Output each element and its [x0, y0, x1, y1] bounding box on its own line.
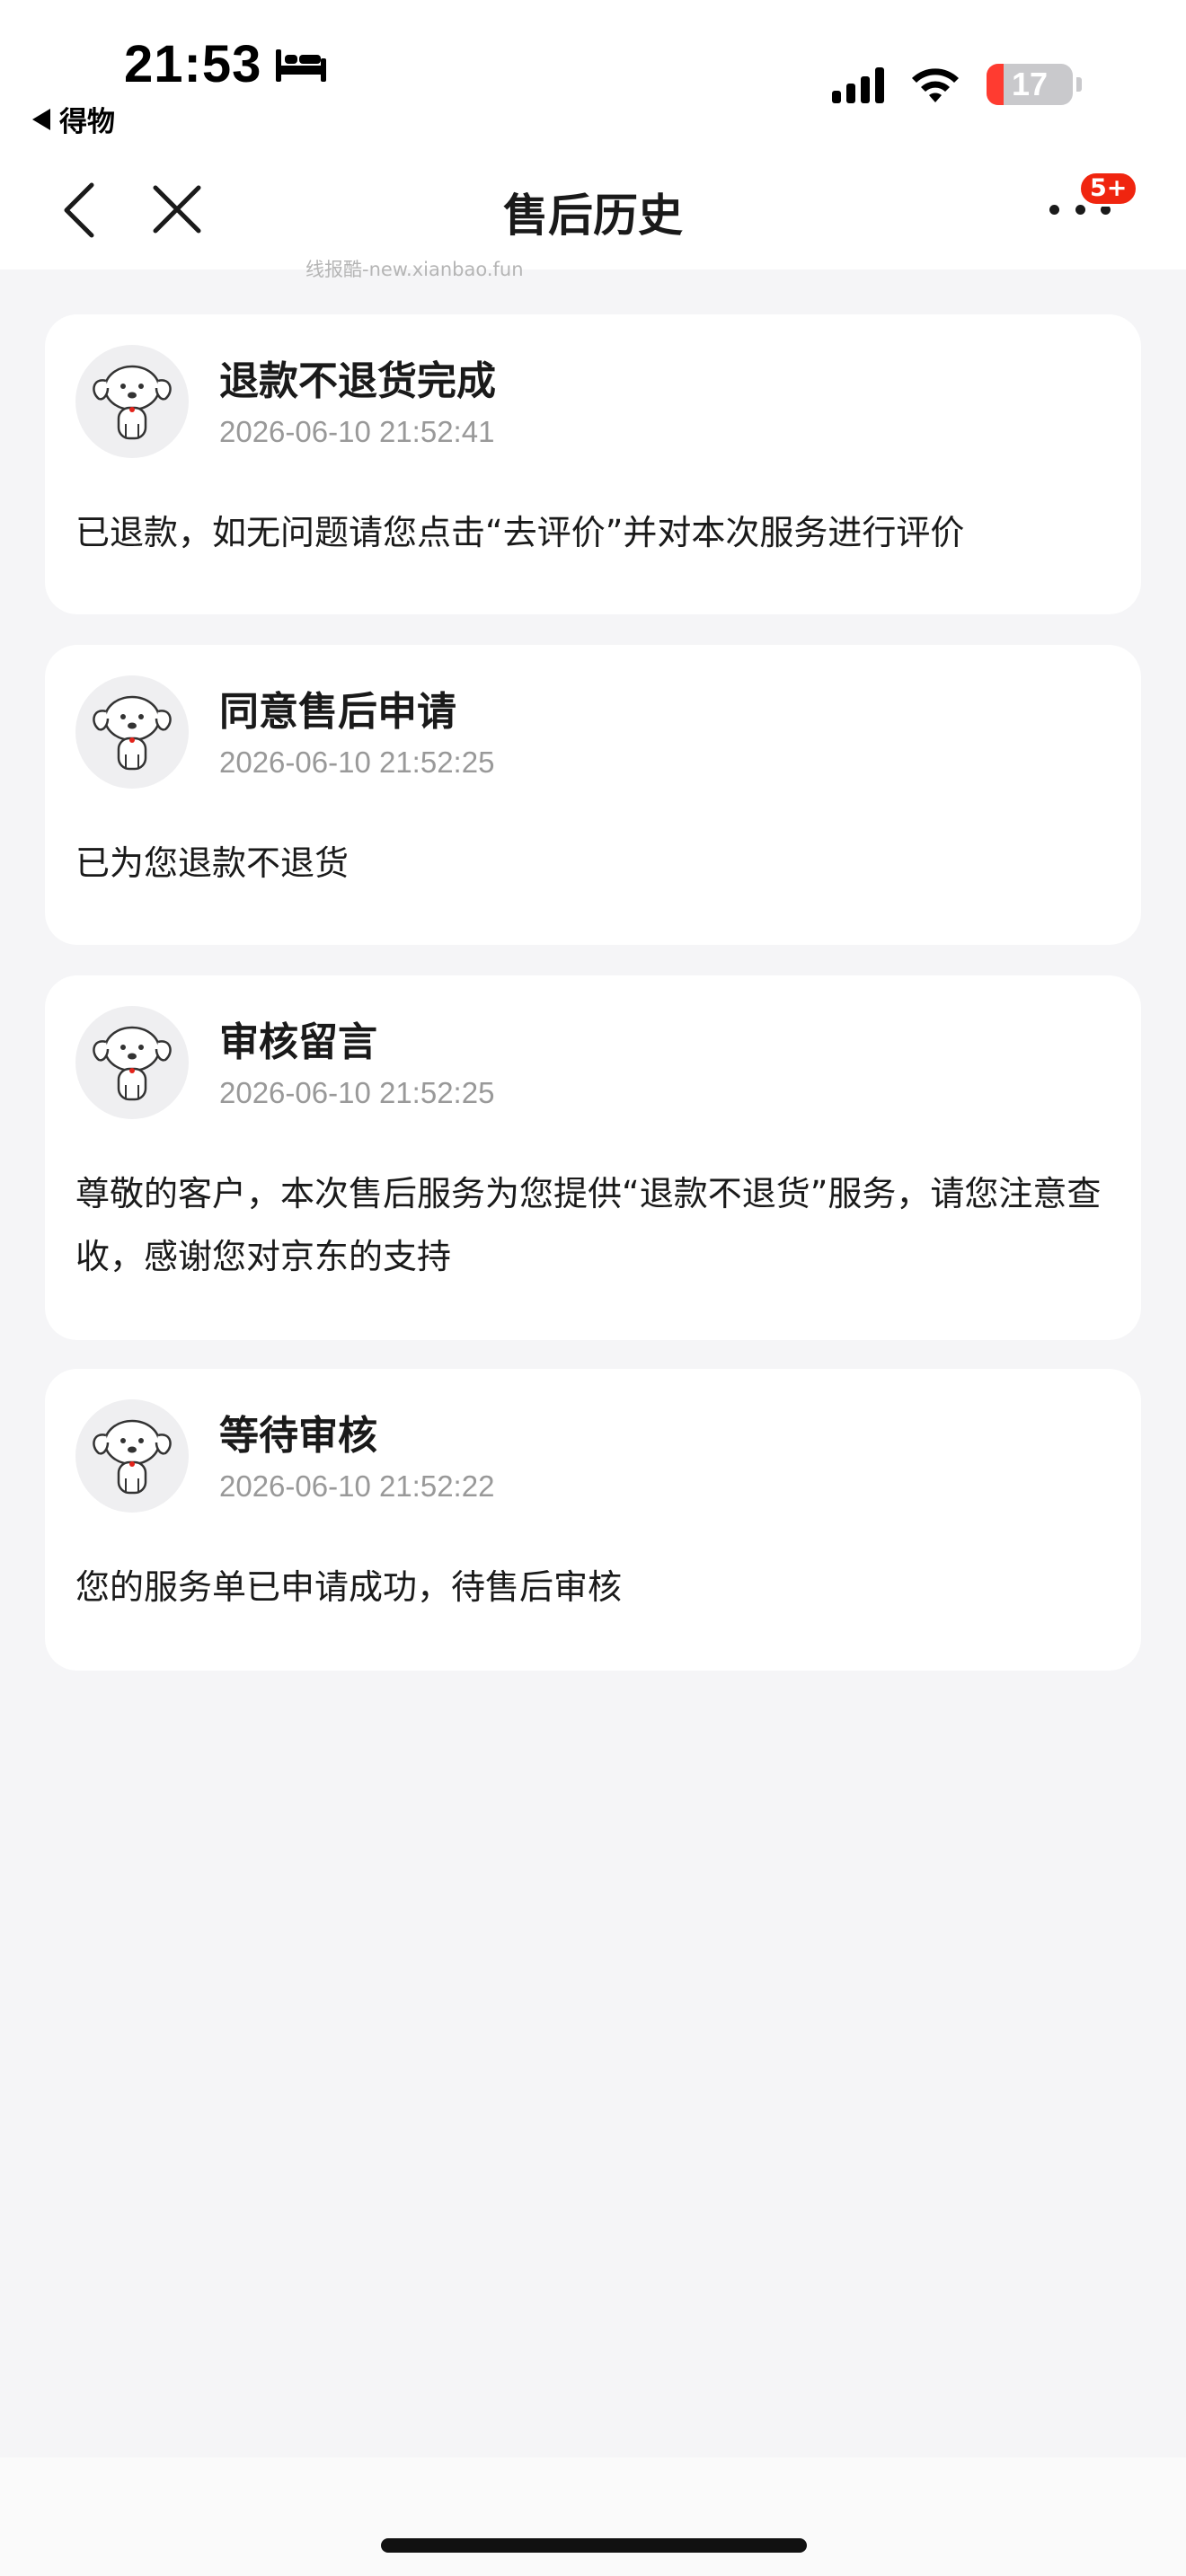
back-triangle-icon [32, 108, 50, 130]
avatar [75, 1399, 189, 1513]
card-message: 已为您退款不退货 [75, 843, 350, 883]
joy-dog-icon [93, 1026, 172, 1101]
joy-dog-icon [93, 695, 172, 771]
card-timestamp: 2026-06-10 21:52:41 [219, 415, 495, 448]
battery-icon: 17 [987, 64, 1073, 105]
history-card: 审核留言 2026-06-10 21:52:25 尊敬的客户，本次售后服务为您提… [45, 975, 1141, 1340]
history-card: 等待审核 2026-06-10 21:52:22 您的服务单已申请成功，待售后审… [45, 1369, 1141, 1671]
home-indicator[interactable] [381, 2538, 807, 2553]
battery-level: 17 [1011, 66, 1049, 102]
history-card: 同意售后申请 2026-06-10 21:52:25 已为您退款不退货 [45, 645, 1141, 945]
back-to-app-link[interactable]: 得物 [32, 99, 115, 139]
card-message: 尊敬的客户，本次售后服务为您提供“退款不退货”服务，请您注意查收，感谢您对京东的… [75, 1174, 1102, 1276]
card-timestamp: 2026-06-10 21:52:25 [219, 745, 495, 779]
card-title: 退款不退货完成 [219, 358, 496, 404]
history-card: 退款不退货完成 2026-06-10 21:52:41 已退款，如无问题请您点击… [45, 314, 1141, 614]
wifi-icon [912, 68, 959, 102]
header-area: 21:53 得物 17 售后历史 5+ [0, 0, 1186, 269]
joy-dog-icon [93, 365, 172, 440]
battery-tip [1076, 77, 1082, 92]
avatar [75, 345, 189, 458]
status-time: 21:53 [124, 34, 328, 94]
card-message: 您的服务单已申请成功，待售后审核 [75, 1567, 623, 1607]
page-title: 售后历史 [503, 190, 683, 242]
watermark-text: 线报酷-new.xianbao.fun [305, 259, 524, 280]
status-indicators: 17 [832, 63, 1082, 106]
after-sales-history-screen: 21:53 得物 17 售后历史 5+ 线报酷-new.xianbao.fun … [0, 0, 1186, 2576]
notification-badge: 5+ [1078, 171, 1139, 207]
avatar [75, 675, 189, 789]
card-title: 等待审核 [219, 1413, 377, 1459]
card-timestamp: 2026-06-10 21:52:22 [219, 1469, 495, 1503]
joy-dog-icon [93, 1419, 172, 1495]
card-title: 审核留言 [219, 1019, 377, 1065]
back-app-label: 得物 [59, 106, 115, 138]
status-time-text: 21:53 [124, 35, 262, 93]
card-title: 同意售后申请 [219, 689, 456, 735]
card-message: 已退款，如无问题请您点击“去评价”并对本次服务进行评价 [75, 513, 965, 552]
bottom-safe-area [0, 2457, 1186, 2576]
avatar [75, 1006, 189, 1119]
signal-icon [832, 66, 884, 103]
card-timestamp: 2026-06-10 21:52:25 [219, 1076, 495, 1109]
bed-icon [276, 49, 327, 82]
